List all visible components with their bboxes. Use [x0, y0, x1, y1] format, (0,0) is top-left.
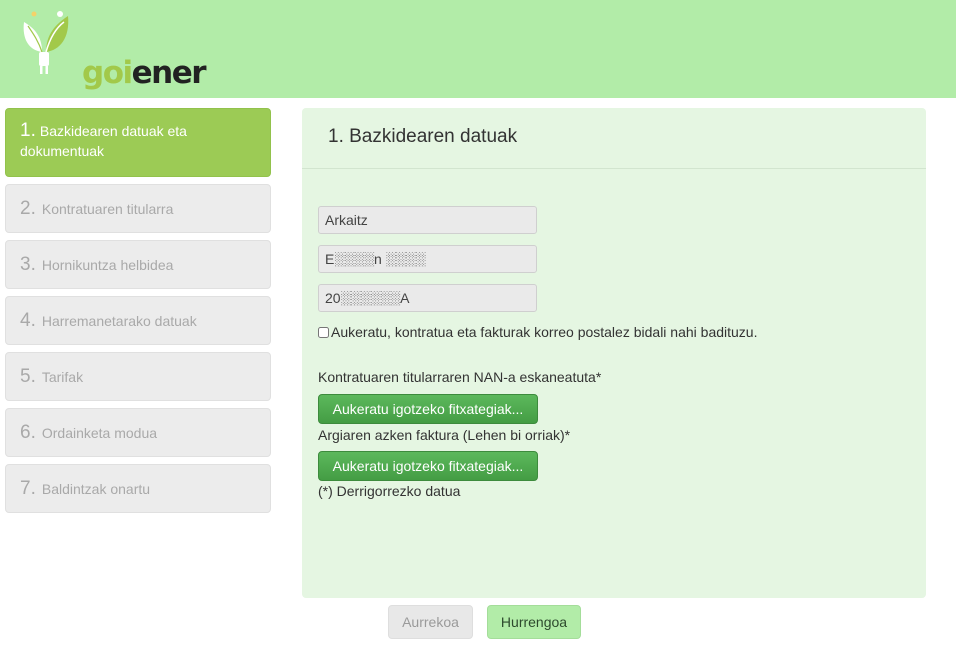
- id-number-input[interactable]: [318, 284, 537, 312]
- step-1-text: 1. Bazkidearen datuak eta dokumentuak: [20, 121, 256, 161]
- nan-upload-label: Kontratuaren titularraren NAN-a eskaneat…: [318, 369, 602, 385]
- surname-input[interactable]: [318, 245, 537, 273]
- required-note: (*) Derrigorrezko datua: [318, 483, 461, 499]
- step-5-tarifak[interactable]: 5. Tarifak: [5, 352, 271, 401]
- step-number: 3.: [20, 253, 36, 275]
- step-label: Hornikuntza helbidea: [41, 256, 174, 273]
- steps-sidebar: 1. Bazkidearen datuak eta dokumentuak 2. K…: [5, 108, 271, 520]
- logo-ener-text: ener: [131, 55, 207, 91]
- step-number: 6.: [20, 421, 36, 443]
- step-label: Harremanetarako datuak: [41, 312, 197, 329]
- name-input[interactable]: [318, 206, 537, 234]
- form-panel: 1. Bazkidearen datuak Aukeratu, kontratu…: [302, 108, 926, 598]
- step-number: 1.: [20, 120, 36, 141]
- nan-upload-button[interactable]: Aukeratu igotzeko fitxategiak...: [318, 394, 538, 424]
- step-label: Ordainketa modua: [41, 424, 158, 441]
- postal-mail-label: Aukeratu, kontratua eta fakturak korreo …: [331, 324, 758, 340]
- step-label: Baldintzak onartu: [41, 480, 151, 497]
- step-number: 4.: [20, 309, 36, 331]
- invoice-upload-label: Argiaren azken faktura (Lehen bi orriak)…: [318, 427, 571, 443]
- logo-wordmark: goiener: [82, 55, 207, 91]
- step-number: 7.: [20, 477, 36, 499]
- step-4-harremanetarako-datuak[interactable]: 4. Harremanetarako datuak: [5, 296, 271, 345]
- step-1-bazkidearen-datuak[interactable]: 1. Bazkidearen datuak eta dokumentuak: [5, 108, 271, 177]
- previous-button[interactable]: Aurrekoa: [388, 605, 473, 639]
- plug-leaf-icon: [23, 11, 69, 74]
- postal-mail-checkbox[interactable]: [318, 326, 329, 338]
- goiener-logo[interactable]: goiener: [20, 8, 207, 89]
- step-label: Kontratuaren titularra: [41, 200, 174, 217]
- step-label: Tarifak: [41, 368, 84, 385]
- panel-title: 1. Bazkidearen datuak: [328, 126, 518, 147]
- title-divider: [302, 168, 926, 169]
- postal-mail-option[interactable]: Aukeratu, kontratua eta fakturak korreo …: [318, 324, 757, 340]
- step-2-kontratuaren-titularra[interactable]: 2. Kontratuaren titularra: [5, 184, 271, 233]
- step-label: Bazkidearen datuak eta dokumentuak: [20, 123, 187, 159]
- step-number: 2.: [20, 197, 36, 219]
- next-button[interactable]: Hurrengoa: [487, 605, 581, 639]
- invoice-upload-button[interactable]: Aukeratu igotzeko fitxategiak...: [318, 451, 538, 481]
- step-7-baldintzak-onartu[interactable]: 7. Baldintzak onartu: [5, 464, 271, 513]
- step-3-hornikuntza-helbidea[interactable]: 3. Hornikuntza helbidea: [5, 240, 271, 289]
- logo-goi-text: goi: [82, 55, 133, 91]
- step-number: 5.: [20, 365, 36, 387]
- step-6-ordainketa-modua[interactable]: 6. Ordainketa modua: [5, 408, 271, 457]
- header-bar: goiener: [0, 0, 956, 98]
